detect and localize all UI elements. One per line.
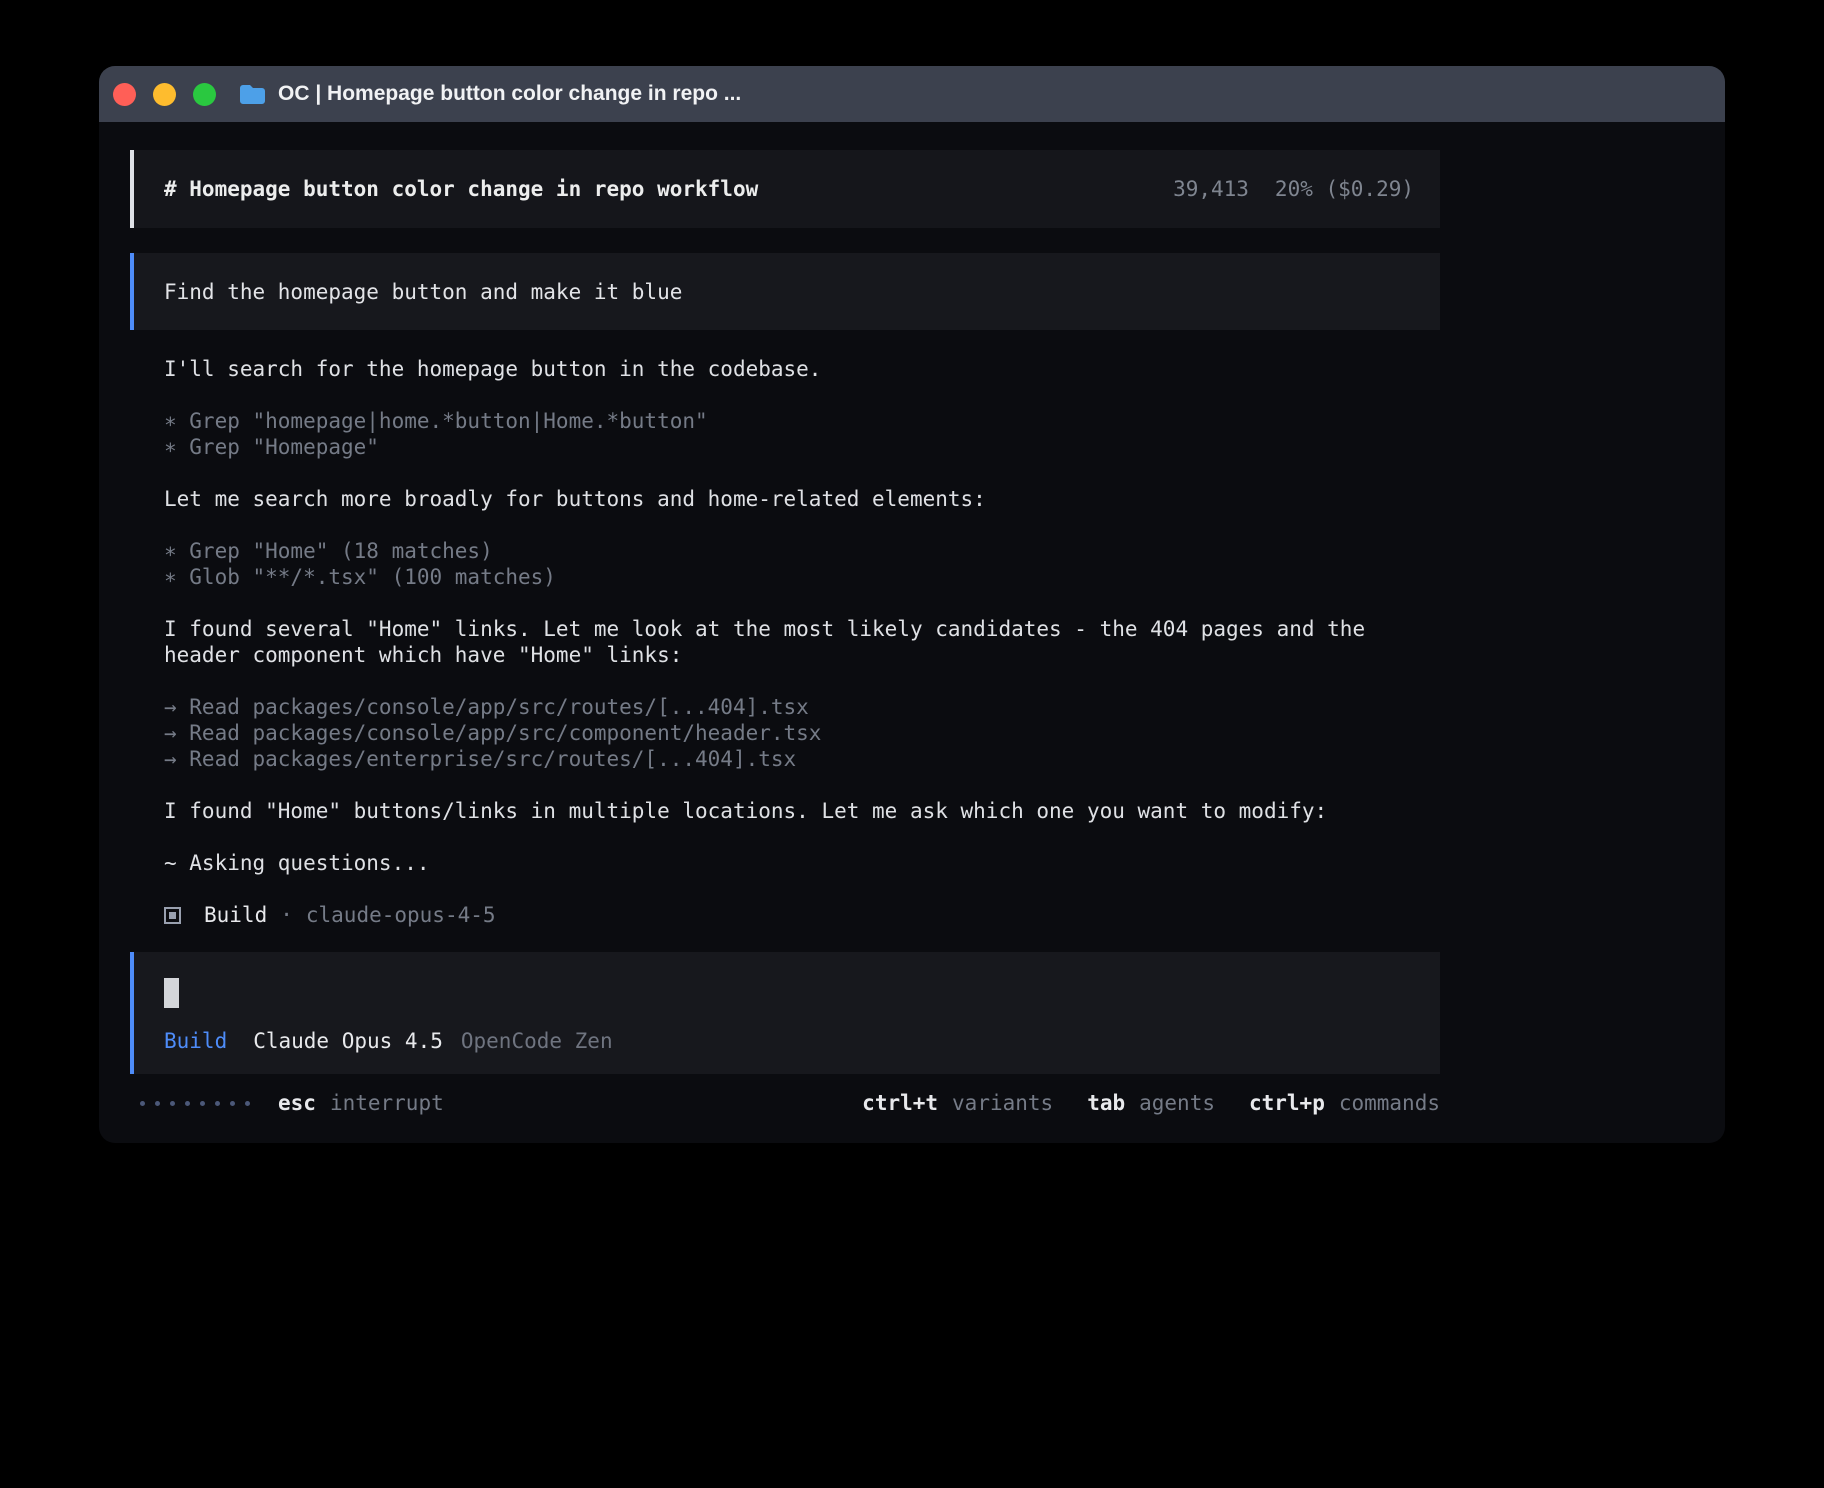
session-title: # Homepage button color change in repo w… xyxy=(164,176,758,202)
tool-call-grep: ∗ Grep "Homepage" xyxy=(164,434,1440,460)
window-title-group: OC | Homepage button color change in rep… xyxy=(239,82,741,106)
traffic-lights xyxy=(113,83,216,106)
agent-name: Build xyxy=(204,902,267,928)
input-footer: Build Claude Opus 4.5 OpenCode Zen xyxy=(164,1028,1414,1054)
token-count: 39,413 xyxy=(1173,176,1249,202)
agent-separator: · xyxy=(280,902,293,928)
shortcut-agents: tab agents xyxy=(1087,1090,1215,1116)
esc-key-hint: esc xyxy=(278,1090,316,1116)
spinner-dots xyxy=(140,1101,250,1106)
tool-call-grep: ∗ Grep "homepage|home.*button|Home.*butt… xyxy=(164,408,1440,434)
shortcut-commands: ctrl+p commands xyxy=(1249,1090,1440,1116)
statusbar: esc interrupt ctrl+t variants tab agents… xyxy=(130,1090,1440,1116)
assistant-text: I found several "Home" links. Let me loo… xyxy=(164,616,1440,668)
folder-icon xyxy=(239,83,266,105)
text-cursor xyxy=(164,978,179,1008)
shortcut-key: tab xyxy=(1087,1090,1125,1116)
assistant-text: I'll search for the homepage button in t… xyxy=(164,356,1440,382)
session-header: # Homepage button color change in repo w… xyxy=(130,150,1440,228)
terminal-window: OC | Homepage button color change in rep… xyxy=(99,66,1725,1143)
session-stats: 39,413 20% ($0.29) xyxy=(1173,176,1414,202)
window-title: OC | Homepage button color change in rep… xyxy=(278,82,741,106)
shortcut-label: agents xyxy=(1139,1090,1215,1116)
agent-square-icon xyxy=(164,907,181,924)
tool-call-glob: ∗ Glob "**/*.tsx" (100 matches) xyxy=(164,564,1440,590)
statusbar-left: esc interrupt xyxy=(130,1090,444,1116)
shortcut-label: commands xyxy=(1339,1090,1440,1116)
user-message: Find the homepage button and make it blu… xyxy=(130,253,1440,330)
esc-key-label: interrupt xyxy=(330,1090,444,1116)
tool-call-read: → Read packages/console/app/src/componen… xyxy=(164,720,1440,746)
asking-questions-status: ~ Asking questions... xyxy=(164,850,1440,876)
tool-call-read: → Read packages/console/app/src/routes/[… xyxy=(164,694,1440,720)
user-message-text: Find the homepage button and make it blu… xyxy=(164,279,682,305)
prompt-input[interactable]: Build Claude Opus 4.5 OpenCode Zen xyxy=(130,952,1440,1074)
tool-call-grep: ∗ Grep "Home" (18 matches) xyxy=(164,538,1440,564)
agent-status-row: Build · claude-opus-4-5 xyxy=(130,902,1440,928)
input-mode-label: Build xyxy=(164,1028,227,1054)
input-provider-label: OpenCode Zen xyxy=(461,1028,613,1054)
shortcut-key: ctrl+p xyxy=(1249,1090,1325,1116)
terminal-content: # Homepage button color change in repo w… xyxy=(130,122,1440,1116)
statusbar-right: ctrl+t variants tab agents ctrl+p comman… xyxy=(862,1090,1440,1116)
zoom-button[interactable] xyxy=(193,83,216,106)
minimize-button[interactable] xyxy=(153,83,176,106)
assistant-text: I found "Home" buttons/links in multiple… xyxy=(164,798,1440,824)
tool-call-read: → Read packages/enterprise/src/routes/[.… xyxy=(164,746,1440,772)
assistant-text: Let me search more broadly for buttons a… xyxy=(164,486,1440,512)
shortcut-variants: ctrl+t variants xyxy=(862,1090,1053,1116)
agent-model: claude-opus-4-5 xyxy=(306,902,496,928)
shortcut-label: variants xyxy=(952,1090,1053,1116)
titlebar: OC | Homepage button color change in rep… xyxy=(99,66,1725,122)
shortcut-key: ctrl+t xyxy=(862,1090,938,1116)
transcript: I'll search for the homepage button in t… xyxy=(130,356,1440,876)
context-usage: 20% ($0.29) xyxy=(1275,176,1414,202)
close-button[interactable] xyxy=(113,83,136,106)
input-model-label: Claude Opus 4.5 xyxy=(253,1028,443,1054)
